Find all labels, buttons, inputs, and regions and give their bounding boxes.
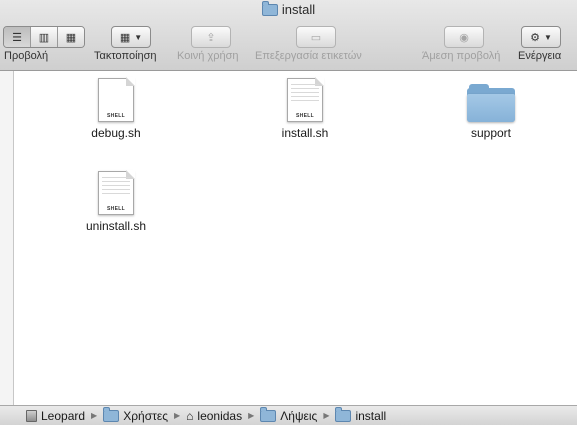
quick-look-label: Άμεση προβολή <box>422 50 501 62</box>
edit-tags-label: Επεξεργασία ετικετών <box>255 50 362 62</box>
folder-name: support <box>470 126 512 140</box>
share-label: Κοινή χρήση <box>177 50 239 62</box>
shell-file-icon: SHELL <box>287 77 324 122</box>
share-icon: ⇪ <box>206 31 216 44</box>
tag-icon: ▭ <box>310 31 322 44</box>
chevron-down-icon: ▼ <box>134 32 143 42</box>
folder-icon <box>335 406 352 422</box>
toolbar: install ☰ ▥ ▦ Προβολή ▦ ▼ Τακτοποίηση ⇪ … <box>0 0 577 71</box>
path-crumb-home[interactable]: ⌂ leonidas <box>186 409 242 423</box>
path-crumb-users[interactable]: Χρήστες <box>103 406 168 423</box>
chevron-right-icon: ▶ <box>174 411 181 420</box>
coverflow-icon: ▦ <box>65 31 77 44</box>
grid-icon: ▦ <box>119 31 131 44</box>
hard-drive-icon <box>26 409 37 422</box>
chevron-down-icon: ▼ <box>543 32 552 42</box>
columns-icon: ▥ <box>38 31 50 44</box>
file-name: debug.sh <box>91 126 141 140</box>
folder-icon <box>467 84 515 122</box>
view-mode-control: ☰ ▥ ▦ <box>3 26 85 48</box>
finder-window: install ☰ ▥ ▦ Προβολή ▦ ▼ Τακτοποίηση ⇪ … <box>0 0 577 425</box>
downloads-folder-icon <box>260 406 277 422</box>
file-badge: SHELL <box>107 113 125 119</box>
path-crumb-leopard[interactable]: Leopard <box>26 409 85 423</box>
column-view-button[interactable]: ▥ <box>31 27 58 47</box>
crumb-label: Λήψεις <box>280 408 318 423</box>
share-button[interactable]: ⇪ <box>191 26 231 48</box>
list-icon: ☰ <box>12 31 22 44</box>
chevron-right-icon: ▶ <box>91 411 98 420</box>
crumb-label: Χρήστες <box>123 408 168 423</box>
arrange-label: Τακτοποίηση <box>94 50 157 62</box>
edit-tags-button[interactable]: ▭ <box>296 26 336 48</box>
file-name: uninstall.sh <box>85 219 147 233</box>
path-bar: Leopard ▶ Χρήστες ▶ ⌂ leonidas ▶ Λήψεις … <box>0 405 577 425</box>
coverflow-view-button[interactable]: ▦ <box>58 27 84 47</box>
file-item[interactable]: SHELL debug.sh <box>61 77 171 140</box>
home-icon: ⌂ <box>186 408 194 423</box>
chevron-right-icon: ▶ <box>248 411 255 420</box>
shell-file-icon: SHELL <box>98 170 135 215</box>
folder-icon <box>103 406 120 422</box>
gear-icon: ⚙ <box>530 31 540 44</box>
folder-item[interactable]: support <box>436 78 546 140</box>
arrange-button[interactable]: ▦ ▼ <box>111 26 151 48</box>
eye-icon: ◉ <box>459 31 469 44</box>
folder-icon <box>261 0 278 16</box>
file-badge: SHELL <box>107 206 125 212</box>
file-badge: SHELL <box>296 113 314 119</box>
path-crumb-downloads[interactable]: Λήψεις <box>260 406 318 423</box>
crumb-label: leonidas <box>197 408 243 423</box>
crumb-label: Leopard <box>41 408 86 423</box>
action-label: Ενέργεια <box>518 50 562 62</box>
window-title-text: install <box>281 2 316 17</box>
file-name: install.sh <box>281 126 329 140</box>
window-title: install <box>0 0 577 19</box>
crumb-label: install <box>355 408 387 423</box>
sidebar-edge <box>0 71 14 405</box>
view-label: Προβολή <box>4 50 49 62</box>
path-crumb-install[interactable]: install <box>335 406 387 423</box>
list-view-button[interactable]: ☰ <box>4 27 31 47</box>
action-button[interactable]: ⚙ ▼ <box>521 26 561 48</box>
shell-file-icon: SHELL <box>98 77 135 122</box>
quick-look-button[interactable]: ◉ <box>444 26 484 48</box>
file-item[interactable]: SHELL install.sh <box>250 77 360 140</box>
file-item[interactable]: SHELL uninstall.sh <box>61 170 171 233</box>
chevron-right-icon: ▶ <box>323 411 330 420</box>
